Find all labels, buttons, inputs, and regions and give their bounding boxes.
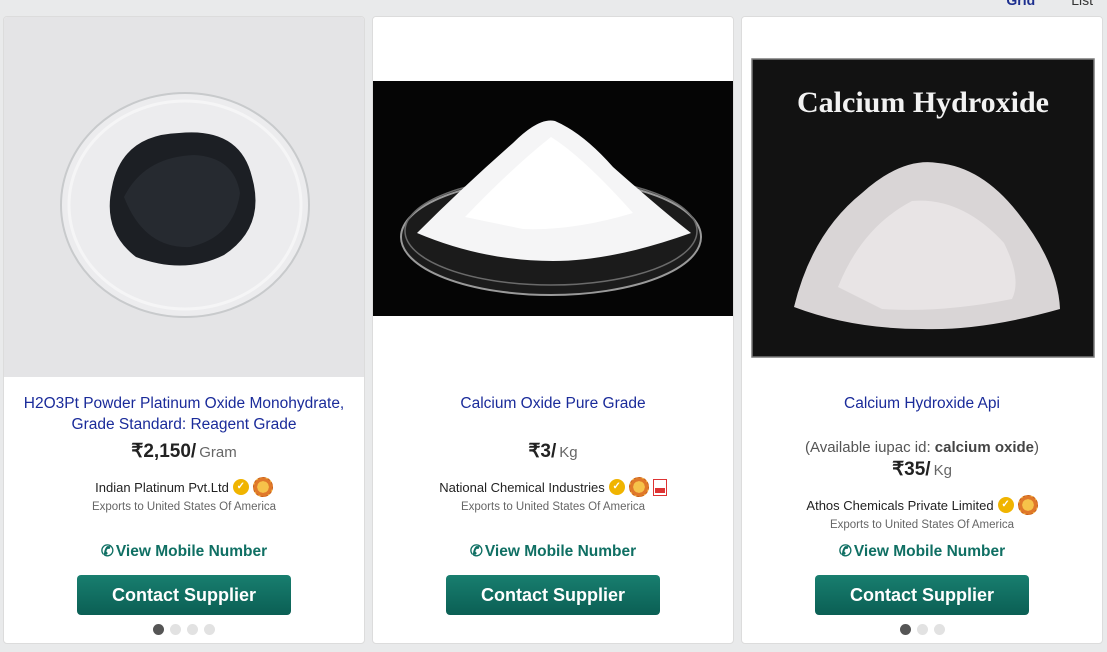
iupac-suffix: ) — [1034, 439, 1040, 456]
iupac-prefix: (Available iupac id: — [804, 439, 935, 456]
price-line: ₹35/Kg — [742, 458, 1102, 481]
supplier-row: Athos Chemicals Private Limited ✓ — [742, 495, 1102, 515]
supplier-name[interactable]: National Chemical Industries — [439, 480, 604, 495]
contact-supplier-button[interactable]: Contact Supplier — [815, 575, 1029, 615]
supplier-name[interactable]: Indian Platinum Pvt.Ltd — [95, 480, 229, 495]
price-unit: Kg — [933, 462, 952, 479]
trust-seal-icon — [252, 477, 273, 497]
product-card: H2O3Pt Powder Platinum Oxide Monohydrate… — [3, 16, 365, 644]
iupac-info: (Available iupac id: calcium oxide) — [742, 439, 1102, 456]
product-price: ₹3/ — [528, 441, 557, 462]
verified-badge-icon: ✓ — [997, 497, 1014, 513]
product-price: ₹35/ — [892, 459, 931, 480]
verified-badge-icon: ✓ — [232, 479, 249, 495]
phone-icon: ✆ — [100, 543, 114, 560]
product-image[interactable] — [4, 17, 364, 377]
carousel-dot[interactable] — [170, 624, 181, 635]
trust-seal-icon — [1017, 495, 1038, 515]
price-line: ₹2,150/Gram — [4, 440, 364, 463]
view-mobile-number-label: View Mobile Number — [115, 542, 268, 560]
product-card: Calcium Hydroxide Calcium Hydroxide Api … — [741, 16, 1103, 644]
price-unit: Gram — [199, 444, 237, 461]
image-carousel-dots — [4, 624, 364, 635]
carousel-dot[interactable] — [153, 624, 164, 635]
exports-text: Exports to United States Of America — [91, 501, 277, 513]
price-unit: Kg — [559, 444, 578, 461]
carousel-dot[interactable] — [916, 624, 928, 635]
product-title[interactable]: H2O3Pt Powder Platinum Oxide Monohydrate… — [16, 393, 352, 435]
product-image[interactable]: Calcium Hydroxide — [742, 17, 1102, 377]
view-mobile-number-label: View Mobile Number — [484, 542, 637, 560]
supplier-row: National Chemical Industries ✓ — [373, 477, 733, 497]
product-title[interactable]: Calcium Oxide Pure Grade — [385, 393, 721, 414]
price-line: ₹3/Kg — [373, 440, 733, 463]
view-mobile-number-link[interactable]: ✆ View Mobile Number — [373, 542, 733, 561]
view-mobile-number-link[interactable]: ✆ View Mobile Number — [742, 542, 1102, 561]
iupac-value: calcium oxide — [934, 439, 1035, 456]
view-mobile-number-link[interactable]: ✆ View Mobile Number — [4, 542, 364, 561]
exports-text: Exports to United States Of America — [460, 501, 646, 513]
phone-icon: ✆ — [838, 543, 852, 560]
verified-badge-icon: ✓ — [608, 479, 625, 495]
image-caption: Calcium Hydroxide — [797, 86, 1049, 119]
carousel-dot[interactable] — [933, 624, 945, 635]
grid-view-link[interactable]: Grid — [1006, 0, 1035, 8]
exports-text: Exports to United States Of America — [829, 519, 1015, 531]
product-title[interactable]: Calcium Hydroxide Api — [754, 393, 1090, 414]
carousel-dot[interactable] — [899, 624, 911, 635]
carousel-dot[interactable] — [204, 624, 215, 635]
view-mobile-number-label: View Mobile Number — [853, 542, 1006, 560]
product-price: ₹2,150/ — [131, 441, 197, 462]
product-card: Calcium Oxide Pure Grade ₹3/Kg National … — [372, 16, 734, 644]
contact-supplier-button[interactable]: Contact Supplier — [77, 575, 291, 615]
contact-supplier-button[interactable]: Contact Supplier — [446, 575, 660, 615]
image-carousel-dots — [742, 624, 1102, 635]
list-view-link[interactable]: List — [1071, 0, 1093, 8]
phone-icon: ✆ — [469, 543, 483, 560]
trust-seal-icon — [628, 477, 649, 497]
supplier-name[interactable]: Athos Chemicals Private Limited — [806, 498, 993, 513]
view-toggle: Grid List — [1006, 0, 1093, 8]
product-image[interactable] — [373, 17, 733, 377]
pdf-icon[interactable] — [652, 478, 667, 496]
supplier-row: Indian Platinum Pvt.Ltd ✓ — [4, 477, 364, 497]
carousel-dot[interactable] — [187, 624, 198, 635]
